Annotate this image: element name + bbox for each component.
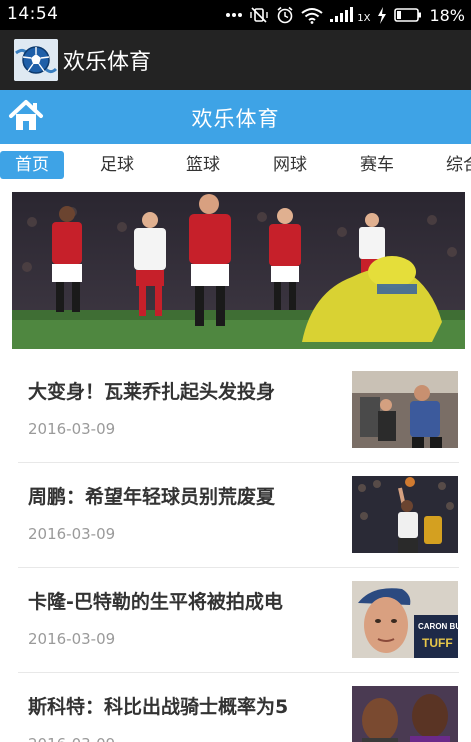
list-item[interactable]: 大变身！瓦莱乔扎起头发投身 2016-03-09: [18, 358, 459, 463]
list-item[interactable]: 周鹏：希望年轻球员别荒废夏 2016-03-09: [18, 463, 459, 568]
vibrate-off-icon: [249, 6, 269, 24]
app-title-bar: 欢乐体育: [0, 30, 471, 90]
status-bar: 14:54 1X 18%: [0, 0, 471, 30]
news-thumbnail[interactable]: CARON BU TUFF: [352, 581, 458, 658]
tab-home[interactable]: 首页: [0, 151, 64, 179]
news-date: 2016-03-09: [28, 420, 116, 438]
charging-icon: [377, 6, 387, 24]
soccer-ball-icon: [14, 39, 58, 81]
list-item[interactable]: 斯科特：科比出战骑士概率为5 2016-03-09: [18, 673, 459, 742]
thumb-sign-line1: CARON BU: [418, 622, 458, 631]
app-name: 欢乐体育: [63, 50, 152, 75]
tab-racing[interactable]: 赛车: [360, 151, 394, 179]
battery-icon: [394, 8, 422, 22]
page-header: 欢乐体育: [0, 90, 471, 144]
tab-general[interactable]: 综合: [446, 151, 471, 179]
news-headline[interactable]: 斯科特：科比出战骑士概率为5: [28, 692, 323, 719]
news-thumbnail[interactable]: [352, 686, 458, 742]
thumb-sign-line2: TUFF: [422, 636, 453, 650]
news-date: 2016-03-09: [28, 630, 116, 648]
tab-basketball[interactable]: 篮球: [186, 151, 220, 179]
banner-image[interactable]: [12, 192, 465, 349]
list-item[interactable]: 卡隆-巴特勒的生平将被拍成电 2016-03-09 CARON BU TUFF: [18, 568, 459, 673]
wifi-icon: [301, 7, 323, 24]
battery-percent: 18%: [429, 5, 465, 25]
alarm-icon: [276, 6, 294, 24]
status-time: 14:54: [7, 4, 59, 24]
news-headline[interactable]: 周鹏：希望年轻球员别荒废夏: [28, 482, 323, 509]
news-date: 2016-03-09: [28, 525, 116, 543]
news-date: 2016-03-09: [28, 735, 115, 742]
news-thumbnail[interactable]: [352, 371, 458, 448]
category-tabs: 首页 足球 篮球 网球 赛车 综合: [0, 146, 471, 184]
tab-football[interactable]: 足球: [100, 151, 134, 179]
news-headline[interactable]: 大变身！瓦莱乔扎起头发投身: [28, 377, 323, 404]
news-headline[interactable]: 卡隆-巴特勒的生平将被拍成电: [28, 587, 323, 614]
more-dots-icon: [226, 12, 243, 18]
signal-icon: [330, 7, 354, 23]
news-thumbnail[interactable]: [352, 476, 458, 553]
tab-tennis[interactable]: 网球: [273, 151, 307, 179]
status-icons: 1X 18%: [226, 0, 465, 30]
network-type-label: 1X: [357, 12, 371, 24]
page-title: 欢乐体育: [191, 107, 280, 131]
